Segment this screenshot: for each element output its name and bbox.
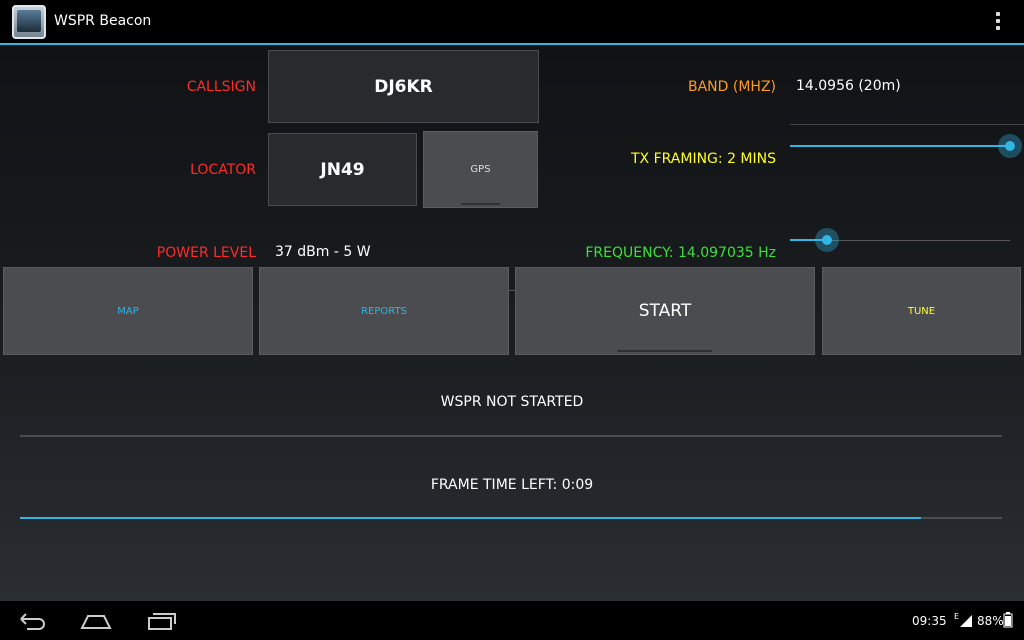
gps-button-label: GPS bbox=[470, 164, 491, 175]
start-button[interactable]: START bbox=[515, 267, 815, 355]
signal-icon bbox=[960, 615, 972, 627]
locator-label: LOCATOR bbox=[190, 162, 256, 178]
callsign-label: CALLSIGN bbox=[186, 79, 256, 95]
recent-apps-icon[interactable] bbox=[145, 611, 177, 631]
tune-button-label: TUNE bbox=[907, 305, 936, 317]
battery-icon bbox=[1003, 612, 1013, 628]
clock: 09:35 bbox=[912, 614, 947, 628]
callsign-input[interactable]: DJ6KR bbox=[268, 50, 539, 123]
start-button-label: START bbox=[638, 301, 692, 321]
battery-percent: 88% bbox=[977, 614, 1004, 628]
reports-button-label: REPORTS bbox=[361, 305, 407, 317]
app-title: WSPR Beacon bbox=[54, 13, 152, 29]
power-level-spinner[interactable]: 37 dBm - 5 W bbox=[275, 244, 371, 260]
band-spinner[interactable]: 14.0956 (20m) bbox=[796, 78, 901, 94]
gps-button[interactable]: GPS bbox=[423, 131, 538, 208]
overflow-menu-icon[interactable] bbox=[992, 12, 1004, 32]
frequency-slider[interactable] bbox=[790, 228, 1010, 252]
band-spinner-underline bbox=[790, 124, 1024, 125]
action-bar bbox=[0, 0, 1024, 45]
locator-input[interactable]: JN49 bbox=[268, 133, 417, 206]
back-icon[interactable] bbox=[17, 611, 47, 631]
frequency-label: FREQUENCY: 14.097035 Hz bbox=[585, 245, 776, 261]
frame-progress-bar bbox=[20, 517, 1002, 519]
tune-button[interactable]: TUNE bbox=[822, 267, 1021, 355]
home-icon[interactable] bbox=[80, 612, 112, 630]
tx-framing-label: TX FRAMING: 2 MINS bbox=[630, 151, 776, 167]
band-label: BAND (MHZ) bbox=[687, 79, 776, 95]
frequency-slider-thumb[interactable] bbox=[815, 228, 839, 252]
map-button-label: MAP bbox=[117, 305, 139, 317]
tx-framing-slider-fill bbox=[790, 145, 1010, 147]
wspr-progress-bar bbox=[20, 435, 1002, 437]
tx-framing-slider-thumb[interactable] bbox=[998, 134, 1022, 158]
reports-button[interactable]: REPORTS bbox=[259, 267, 509, 355]
power-level-label: POWER LEVEL bbox=[156, 245, 256, 261]
map-button[interactable]: MAP bbox=[3, 267, 253, 355]
frame-progress-fill bbox=[20, 517, 922, 519]
wspr-status-text: WSPR NOT STARTED bbox=[440, 394, 584, 410]
wspr-app-icon[interactable] bbox=[12, 5, 46, 39]
frame-time-left-text: FRAME TIME LEFT: 0:09 bbox=[430, 477, 594, 493]
tx-framing-slider[interactable] bbox=[790, 134, 1022, 158]
